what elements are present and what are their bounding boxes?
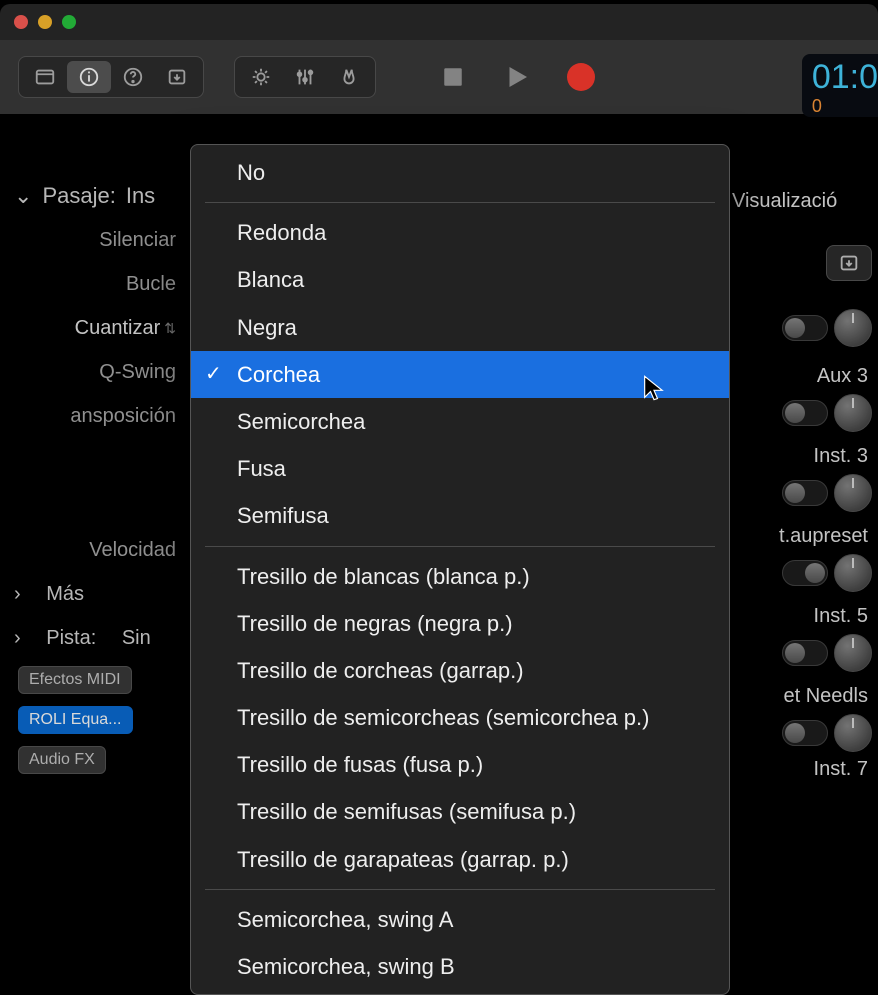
channel-strip-area: Visualizació Aux 3 Inst. 3 t.aupreset In…	[728, 174, 878, 798]
toggle[interactable]	[782, 640, 828, 666]
dropdown-item[interactable]: Semicorchea, swing B	[191, 943, 729, 990]
dropdown-item[interactable]: Semifusa	[191, 492, 729, 539]
dropdown-item[interactable]: Semicorchea, swing A	[191, 896, 729, 943]
chevron-down-icon: ⌄	[14, 183, 32, 209]
dropdown-item-label: Tresillo de fusas (fusa p.)	[237, 752, 483, 777]
mas-header[interactable]: › Más	[0, 572, 190, 616]
dropdown-item-label: Semicorchea, swing B	[237, 954, 455, 979]
strip-label: Inst. 7	[814, 758, 872, 781]
quantize-dropdown[interactable]: No Redonda Blanca Negra ✓ Corchea Semicorchea F…	[190, 144, 730, 995]
inspector-button[interactable]	[67, 61, 111, 93]
audio-fx-pill[interactable]: Audio FX	[18, 746, 106, 774]
edit-toggle-group	[234, 56, 376, 98]
pan-knob[interactable]	[834, 394, 872, 432]
dropdown-item-label: Fusa	[237, 456, 286, 481]
chevron-right-icon: ›	[14, 583, 21, 606]
pasaje-value: Ins	[126, 183, 155, 209]
dropdown-item[interactable]: Blanca	[191, 256, 729, 303]
dropdown-item-label: Corchea	[237, 362, 320, 387]
window-zoom-button[interactable]	[62, 15, 76, 29]
play-button[interactable]	[498, 58, 536, 96]
cursor-icon	[640, 374, 668, 407]
dropdown-item[interactable]: Tresillo de corcheas (garrap.)	[191, 647, 729, 694]
time-main: 01:0	[812, 58, 878, 97]
dropdown-item-label: Semifusa	[237, 503, 329, 528]
velocidad-label: Velocidad	[89, 539, 176, 562]
toggle[interactable]	[782, 400, 828, 426]
dropdown-item-label: No	[237, 160, 265, 185]
window-minimize-button[interactable]	[38, 15, 52, 29]
dropdown-item-label: Redonda	[237, 220, 326, 245]
toolbar	[0, 40, 878, 114]
strip-label: Aux 3	[817, 365, 872, 388]
dropdown-item-label: Semicorchea, swing A	[237, 907, 453, 932]
dropdown-item-label: Tresillo de semicorcheas (semicorchea p.…	[237, 705, 649, 730]
mixer-button[interactable]	[283, 61, 327, 93]
pan-knob[interactable]	[834, 474, 872, 512]
transport-controls	[434, 58, 600, 96]
transposicion-label: ansposición	[70, 405, 176, 428]
roli-pill[interactable]: ROLI Equa...	[18, 706, 133, 734]
dropdown-item-label: Tresillo de blancas (blanca p.)	[237, 564, 530, 589]
dropdown-item-label: Semicorchea	[237, 409, 365, 434]
dropdown-item-label: Tresillo de negras (negra p.)	[237, 611, 513, 636]
pan-knob[interactable]	[834, 634, 872, 672]
time-display[interactable]: 01:0 0	[802, 54, 878, 117]
toggle[interactable]	[782, 480, 828, 506]
dropdown-item-label: Negra	[237, 315, 297, 340]
strip-label: t.aupreset	[779, 525, 872, 548]
dropdown-item[interactable]: Tresillo de semicorcheas (semicorchea p.…	[191, 694, 729, 741]
dropdown-item-label: Blanca	[237, 267, 304, 292]
dropdown-item[interactable]: Tresillo de semifusas (semifusa p.)	[191, 788, 729, 835]
dropdown-item[interactable]: Tresillo de garapateas (garrap. p.)	[191, 836, 729, 883]
record-button[interactable]	[562, 58, 600, 96]
chevron-right-icon: ›	[14, 627, 21, 650]
strip-label: et Needls	[784, 685, 873, 708]
silenciar-label: Silenciar	[99, 229, 176, 252]
editors-button[interactable]	[327, 61, 371, 93]
updown-icon: ⇅	[164, 320, 176, 337]
library-button[interactable]	[23, 61, 67, 93]
check-icon: ✓	[205, 358, 222, 390]
pan-knob[interactable]	[834, 554, 872, 592]
midi-fx-pill[interactable]: Efectos MIDI	[18, 666, 132, 694]
dropdown-item[interactable]: Tresillo de blancas (blanca p.)	[191, 553, 729, 600]
toggle[interactable]	[782, 720, 828, 746]
dropdown-item[interactable]: No	[191, 149, 729, 196]
dropdown-item[interactable]: Negra	[191, 304, 729, 351]
cuantizar-label[interactable]: Cuantizar	[75, 317, 161, 340]
record-icon	[567, 63, 595, 91]
toggle[interactable]	[782, 560, 828, 586]
window-close-button[interactable]	[14, 15, 28, 29]
smart-controls-button[interactable]	[239, 61, 283, 93]
dropdown-item[interactable]: Tresillo de negras (negra p.)	[191, 600, 729, 647]
titlebar	[0, 4, 878, 40]
pan-knob[interactable]	[834, 309, 872, 347]
stop-button[interactable]	[434, 58, 472, 96]
dropdown-item[interactable]: Redonda	[191, 209, 729, 256]
bucle-label: Bucle	[126, 273, 176, 296]
dropdown-item-label: Tresillo de garapateas (garrap. p.)	[237, 847, 569, 872]
strip-label: Inst. 5	[814, 605, 872, 628]
strip-label: Inst. 3	[814, 445, 872, 468]
toolbar-button-a[interactable]	[155, 61, 199, 93]
dropdown-item-label: Tresillo de semifusas (semifusa p.)	[237, 799, 576, 824]
dropdown-item[interactable]: Tresillo de fusas (fusa p.)	[191, 741, 729, 788]
visualize-tab[interactable]: Visualizació	[728, 174, 878, 228]
time-sub: 0	[812, 97, 822, 115]
inspector-panel: ⌄ Pasaje: Ins Silenciar Bucle Cuantizar⇅…	[0, 174, 190, 780]
pista-header[interactable]: › Pista: Sin	[0, 616, 190, 660]
pasaje-label: Pasaje:	[42, 183, 115, 209]
dropdown-item[interactable]: Fusa	[191, 445, 729, 492]
pan-knob[interactable]	[834, 714, 872, 752]
inspector-toggle-group	[18, 56, 204, 98]
toggle[interactable]	[782, 315, 828, 341]
dropdown-item-label: Tresillo de corcheas (garrap.)	[237, 658, 524, 683]
qswing-label: Q-Swing	[99, 361, 176, 384]
help-button[interactable]	[111, 61, 155, 93]
pasaje-header[interactable]: ⌄ Pasaje: Ins	[0, 174, 190, 218]
download-button[interactable]	[826, 245, 872, 281]
